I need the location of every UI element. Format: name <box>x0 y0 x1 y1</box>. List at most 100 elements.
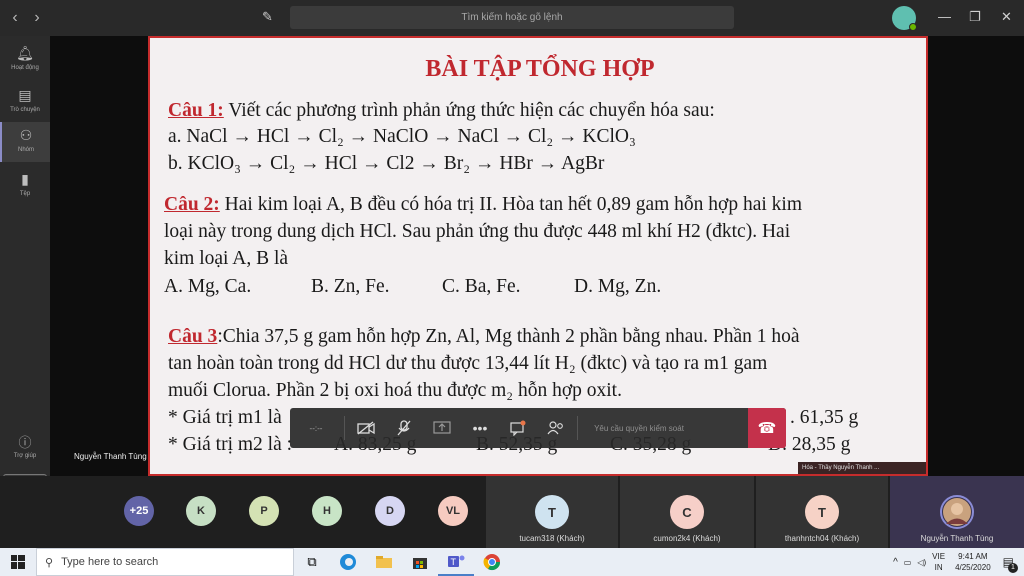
language-region: IN <box>934 563 943 572</box>
question-2-line-1: Câu 2: Hai kim loại A, B đều có hóa trị … <box>164 194 802 216</box>
participant-avatar[interactable]: H <box>312 496 342 526</box>
question-2-option-a: A. Mg, Ca. <box>164 276 252 297</box>
question-2-line-3: kim loại A, B là <box>164 248 289 269</box>
network-icon[interactable]: ▭ <box>904 558 912 567</box>
file-explorer-app[interactable] <box>366 548 402 576</box>
file-icon: ▮ <box>21 171 29 187</box>
question-3-m1-option-d: . 61,35 g <box>790 407 859 428</box>
participant-avatar[interactable]: VL <box>438 496 468 526</box>
mic-off-icon <box>397 420 411 436</box>
maximize-button[interactable]: ❐ <box>969 9 981 25</box>
clock[interactable]: 9:41 AM 4/25/2020 <box>955 551 991 573</box>
rail-item-label: Nhóm <box>17 147 34 153</box>
request-control-button[interactable]: Yêu cầu quyền kiểm soát <box>580 424 698 433</box>
chat-icon: ▤ <box>18 87 32 103</box>
participant-name: cumon2k4 (Khách) <box>653 534 721 543</box>
store-app[interactable] <box>402 548 438 576</box>
toolbar-divider <box>344 416 345 440</box>
task-view-button[interactable]: ⧉ <box>294 548 330 576</box>
slide-title: BÀI TẬP TỔNG HỢP <box>425 56 655 82</box>
question-2-option-d: D. Mg, Zn. <box>574 276 662 297</box>
participant-strip: +25 K P H D VL T tucam318 (Khách) C cumo… <box>0 476 1024 548</box>
presence-icon <box>909 23 917 31</box>
presenter-name: Nguyễn Thanh Tùng <box>74 452 147 461</box>
participant-tile[interactable]: C cumon2k4 (Khách) <box>620 476 754 548</box>
rail-item-help[interactable]: ⓘ Trợ giúp <box>0 432 50 459</box>
participant-tile[interactable]: Nguyễn Thanh Tùng <box>890 476 1024 548</box>
question-3-text: :Chia 37,5 g gam hỗn hợp Zn, Al, Mg thàn… <box>217 326 800 347</box>
rail-item-activity[interactable]: 🔔︎ Hoạt động <box>0 40 50 80</box>
windows-logo-icon <box>11 555 25 569</box>
bell-icon: 🔔︎ <box>16 45 34 61</box>
app-rail: 🔔︎ Hoạt động ▤ Trò chuyện ⚇ Nhóm ▮ Tệp <box>0 36 50 476</box>
store-icon <box>413 558 427 569</box>
notification-count-badge: 1 <box>1008 563 1018 573</box>
rail-item-label: Trợ giúp <box>13 453 37 459</box>
participant-avatar[interactable]: P <box>249 496 279 526</box>
question-1-a: a. NaCl → HCl → Cl₂ → NaClO → NaCl → Cl₂… <box>168 126 636 147</box>
rail-item-files[interactable]: ▮ Tệp <box>0 166 50 206</box>
hang-up-button[interactable]: ☎ <box>748 408 786 448</box>
tray-overflow-icon[interactable]: ^ <box>893 557 898 568</box>
svg-text:T: T <box>451 557 457 567</box>
people-icon <box>547 421 563 435</box>
clock-date: 4/25/2020 <box>955 563 991 572</box>
help-icon: ⓘ <box>18 435 32 450</box>
mute-button[interactable] <box>385 408 423 448</box>
participant-tile[interactable]: T tucam318 (Khách) <box>486 476 618 548</box>
user-avatar[interactable] <box>892 6 917 31</box>
more-actions-button[interactable]: ••• <box>461 408 499 448</box>
title-bar: ‹ › ✎ Tìm kiếm hoặc gõ lệnh — ❐ ✕ <box>0 0 1024 36</box>
question-2-text: Hai kim loại A, B đều có hóa trị II. Hòa… <box>224 194 802 215</box>
system-tray: ^ ▭ ◁) VIE IN 9:41 AM 4/25/2020 ▤ 1 <box>893 548 1024 576</box>
compose-icon[interactable]: ✎ <box>262 9 273 25</box>
question-1-text: Viết các phương trình phản ứng thức hiện… <box>223 100 715 121</box>
forward-arrow-icon[interactable]: › <box>26 9 48 27</box>
search-input[interactable]: Tìm kiếm hoặc gõ lệnh <box>290 6 734 29</box>
rail-item-label: Tệp <box>19 191 31 197</box>
minimize-button[interactable]: — <box>938 9 951 24</box>
taskbar-search-placeholder: Type here to search <box>61 556 159 568</box>
participant-tile[interactable]: T thanhntch04 (Khách) <box>756 476 888 548</box>
participant-avatar[interactable]: D <box>375 496 405 526</box>
participant-avatar: T <box>535 495 569 529</box>
overflow-participants-button[interactable]: +25 <box>124 496 154 526</box>
question-1-label: Câu 1: <box>168 100 224 121</box>
action-center-button[interactable]: ▤ 1 <box>1003 555 1018 573</box>
participant-name: tucam318 (Khách) <box>519 534 585 543</box>
question-2-label: Câu 2: <box>164 194 220 215</box>
teams-icon: ⚇ <box>19 127 33 143</box>
rail-item-teams[interactable]: ⚇ Nhóm <box>0 122 50 162</box>
participants-button[interactable] <box>537 408 575 448</box>
question-3-line-2: tan hoàn toàn trong dd HCl dư thu được 1… <box>168 353 768 374</box>
back-arrow-icon[interactable]: ‹ <box>4 9 26 27</box>
more-icon: ••• <box>472 420 488 436</box>
participant-name: thanhntch04 (Khách) <box>784 534 860 543</box>
share-screen-icon <box>433 421 451 434</box>
participant-name: Nguyễn Thanh Tùng <box>920 534 994 543</box>
taskbar-search-input[interactable]: ⚲ Type here to search <box>36 548 294 576</box>
question-3-label: Câu 3 <box>168 326 218 347</box>
camera-off-icon <box>357 421 375 435</box>
chrome-app[interactable] <box>474 548 510 576</box>
rail-item-chat[interactable]: ▤ Trò chuyện <box>0 82 50 122</box>
folder-icon <box>376 556 392 568</box>
share-button[interactable] <box>423 408 461 448</box>
call-timer: --:-- <box>309 423 323 433</box>
participant-photo-avatar <box>940 495 974 529</box>
question-2-option-b: B. Zn, Fe. <box>311 276 390 297</box>
input-language[interactable]: VIE IN <box>932 551 945 573</box>
close-button[interactable]: ✕ <box>1001 9 1012 25</box>
question-3-line-3: muối Clorua. Phần 2 bị oxi hoá thu được … <box>168 380 622 401</box>
teams-app[interactable]: T <box>438 548 474 576</box>
camera-off-button[interactable] <box>347 408 385 448</box>
person-photo-icon <box>943 498 971 526</box>
chat-button[interactable] <box>499 408 537 448</box>
teams-meeting-window: ‹ › ✎ Tìm kiếm hoặc gõ lệnh — ❐ ✕ 🔔︎ Hoạ… <box>0 0 1024 576</box>
start-button[interactable] <box>0 548 36 576</box>
slide-footer: Hóa - Thầy Nguyễn Thanh ... <box>798 462 926 474</box>
edge-app[interactable] <box>330 548 366 576</box>
participant-avatar[interactable]: K <box>186 496 216 526</box>
question-1: Câu 1: Viết các phương trình phản ứng th… <box>168 100 715 122</box>
volume-icon[interactable]: ◁) <box>917 558 926 567</box>
